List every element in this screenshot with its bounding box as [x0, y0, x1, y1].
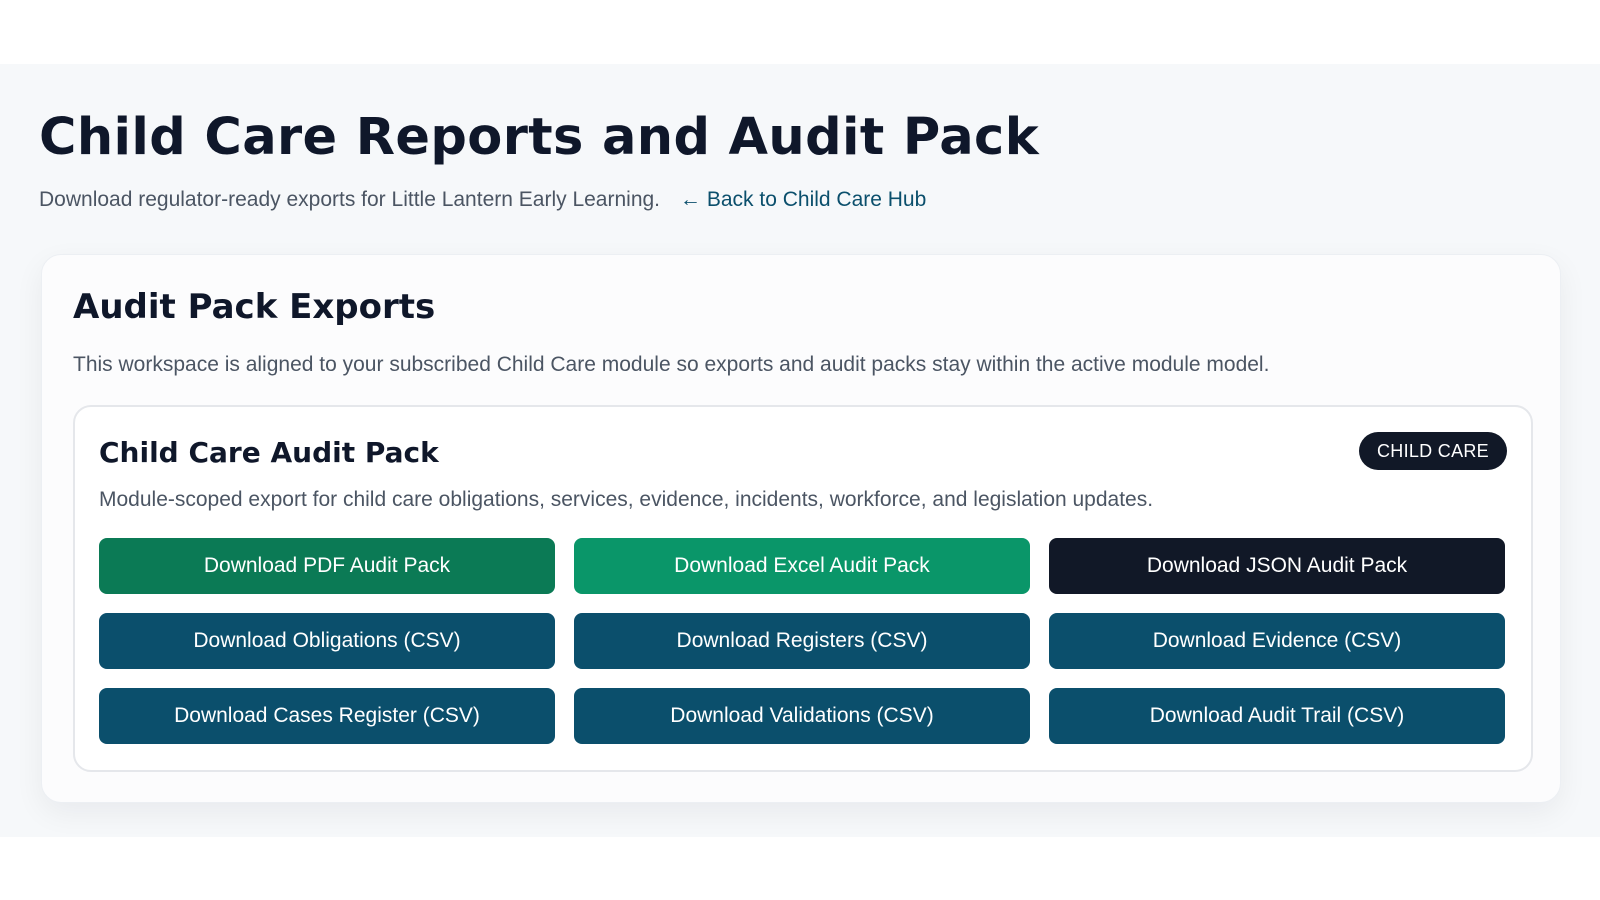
back-link-label: Back to Child Care Hub — [706, 188, 927, 211]
arrow-left-icon: ← — [679, 188, 701, 211]
download-evidence-csv-button[interactable]: Download Evidence (CSV) — [1049, 613, 1505, 669]
download-cases-register-csv-button[interactable]: Download Cases Register (CSV) — [99, 688, 555, 744]
card-title: Audit Pack Exports — [73, 287, 436, 327]
module-badge: CHILD CARE — [1358, 432, 1507, 470]
audit-pack-description: Module-scoped export for child care obli… — [99, 488, 1154, 511]
download-validations-csv-button[interactable]: Download Validations (CSV) — [574, 688, 1030, 744]
download-audit-trail-csv-button[interactable]: Download Audit Trail (CSV) — [1049, 688, 1505, 744]
download-buttons-grid: Download PDF Audit Pack Download Excel A… — [99, 538, 1505, 744]
page-subtitle: Download regulator-ready exports for Lit… — [39, 188, 661, 211]
download-json-audit-pack-button[interactable]: Download JSON Audit Pack — [1049, 538, 1505, 594]
download-excel-audit-pack-button[interactable]: Download Excel Audit Pack — [574, 538, 1030, 594]
back-to-hub-link[interactable]: ← Back to Child Care Hub — [680, 188, 926, 211]
download-obligations-csv-button[interactable]: Download Obligations (CSV) — [99, 613, 555, 669]
audit-pack-title: Child Care Audit Pack — [99, 436, 439, 469]
card-description: This workspace is aligned to your subscr… — [73, 353, 1270, 376]
child-care-audit-pack-panel: Child Care Audit Pack CHILD CARE Module-… — [73, 405, 1533, 772]
audit-pack-exports-card: Audit Pack Exports This workspace is ali… — [41, 254, 1561, 803]
download-registers-csv-button[interactable]: Download Registers (CSV) — [574, 613, 1030, 669]
download-pdf-audit-pack-button[interactable]: Download PDF Audit Pack — [99, 538, 555, 594]
page-title: Child Care Reports and Audit Pack — [39, 108, 1040, 167]
page-subtitle-row: Download regulator-ready exports for Lit… — [39, 186, 926, 214]
